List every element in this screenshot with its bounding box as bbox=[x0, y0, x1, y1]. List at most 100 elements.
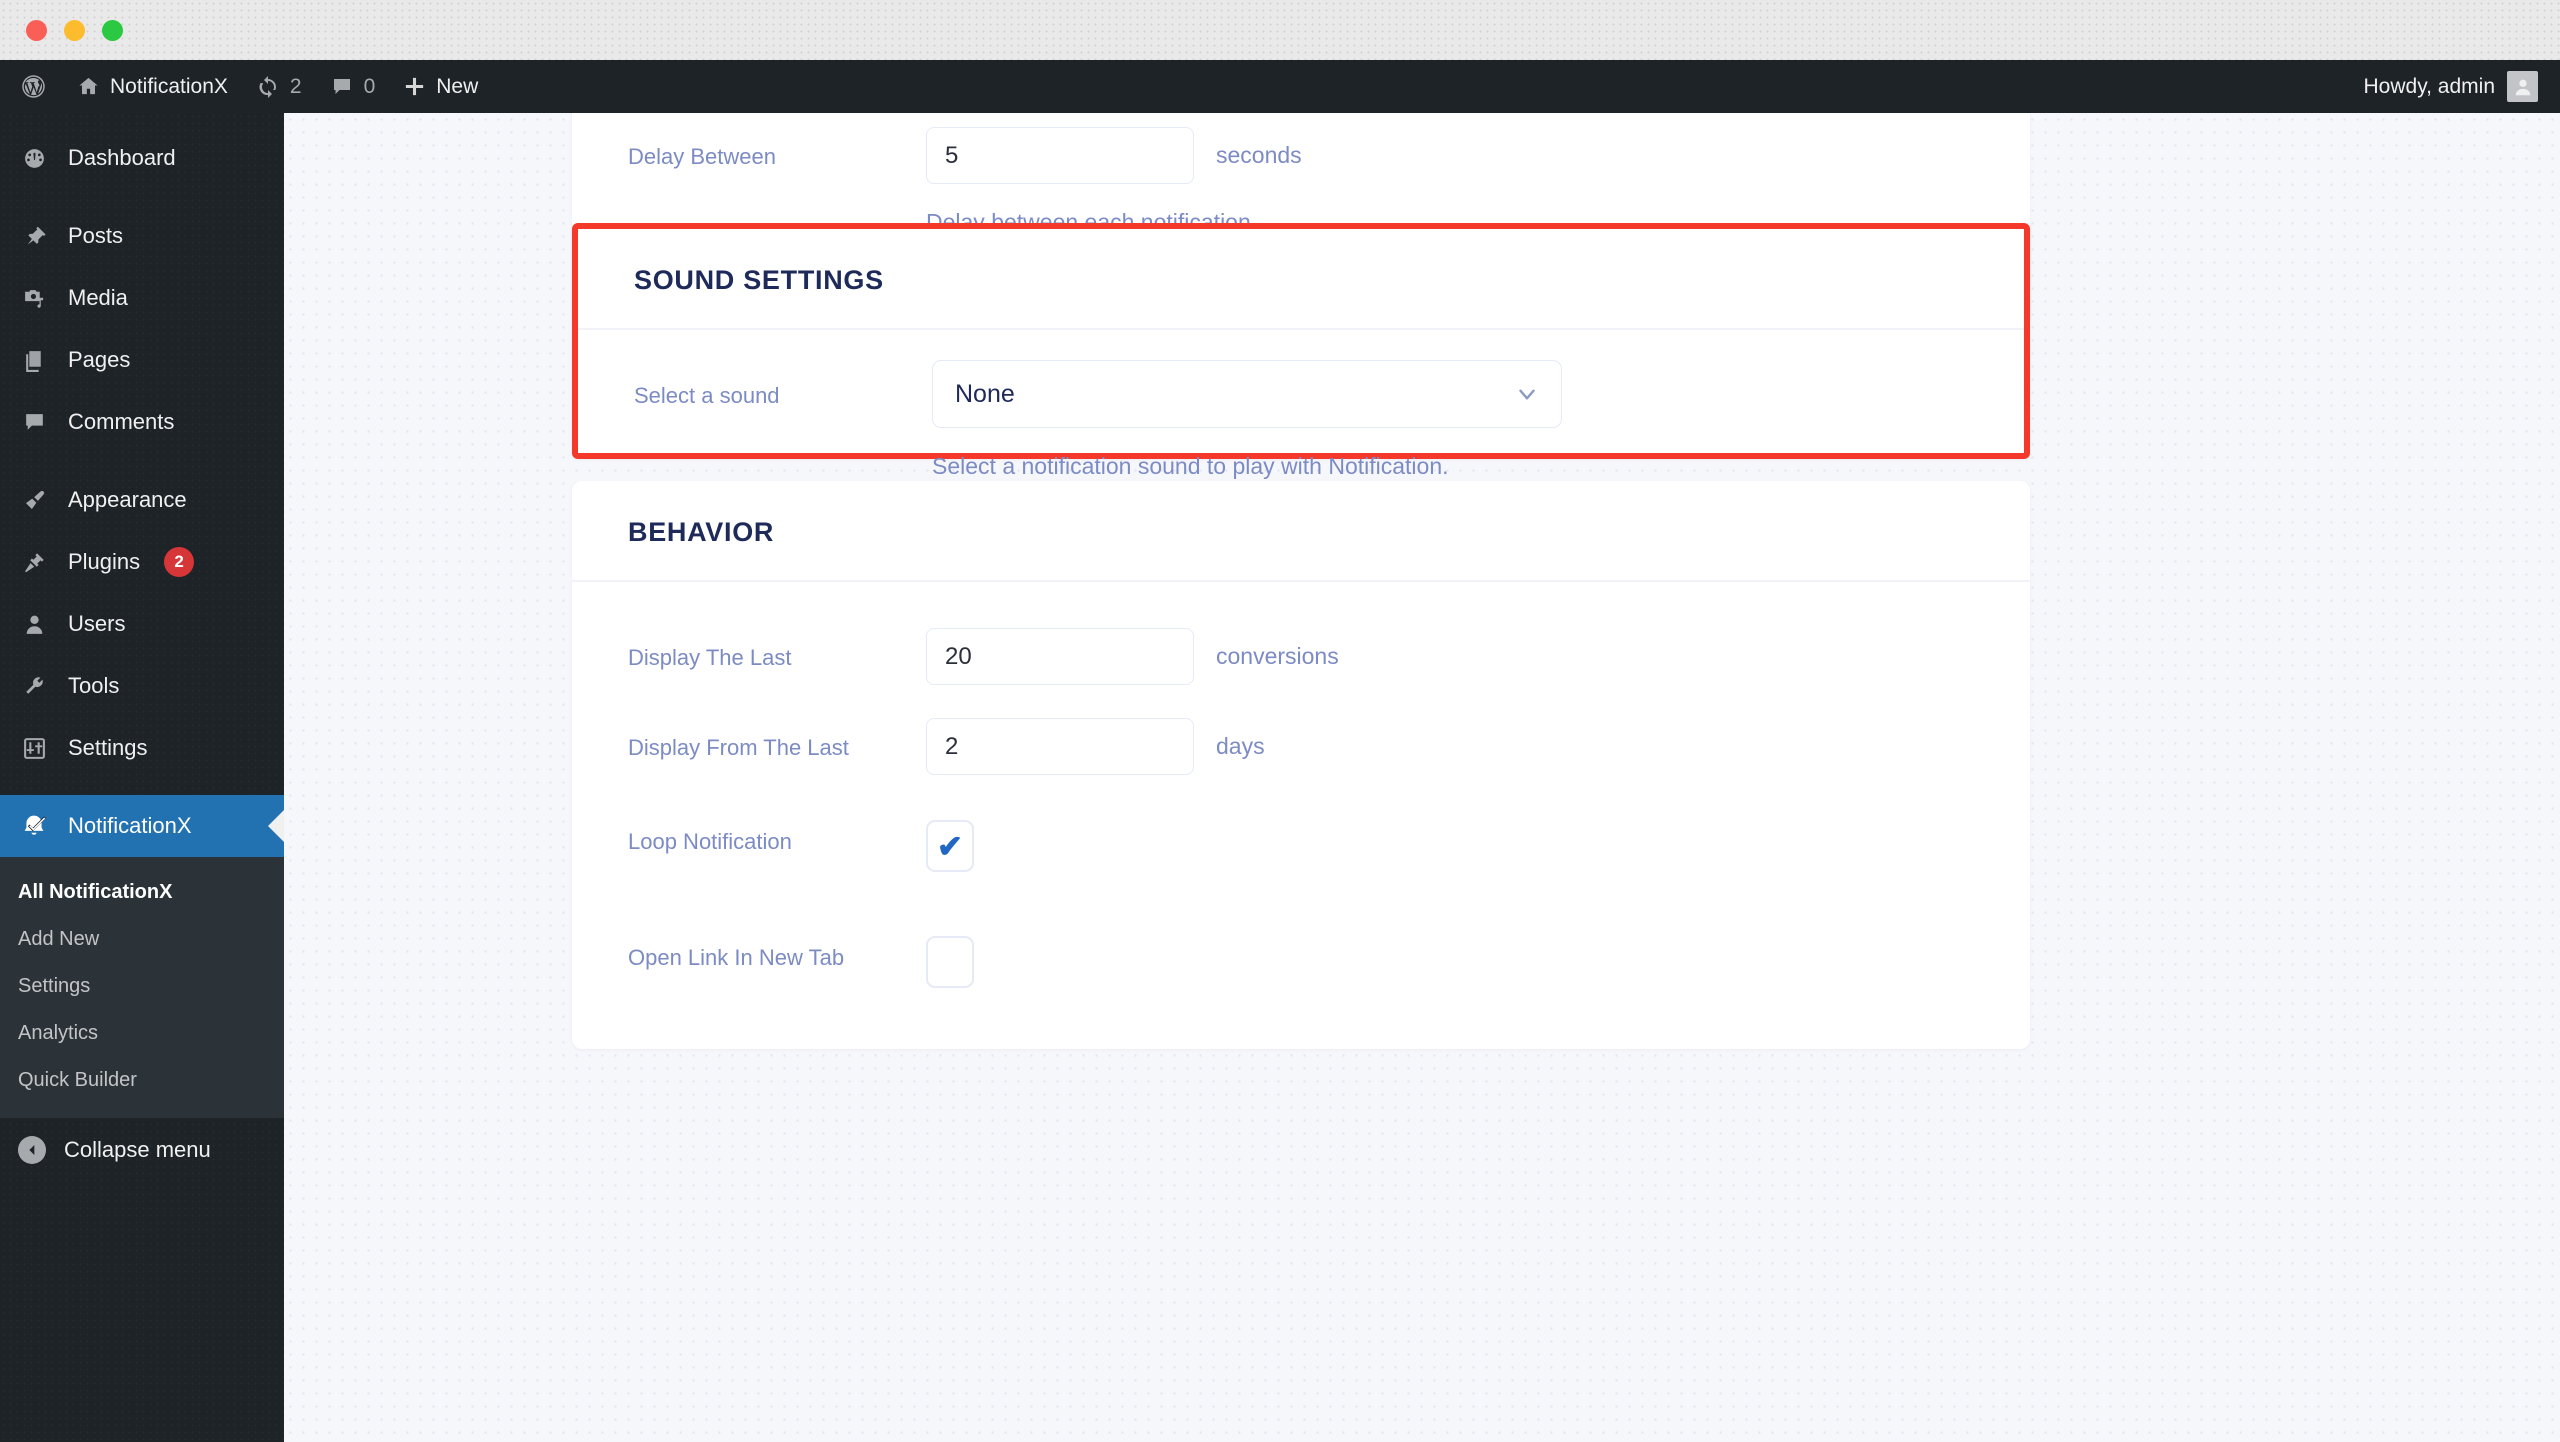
sidebar-item-label: Media bbox=[68, 285, 128, 310]
close-window-button[interactable] bbox=[26, 19, 47, 41]
dashboard-gauge-icon bbox=[18, 146, 50, 171]
sidebar-item-comments[interactable]: Comments bbox=[0, 391, 284, 453]
wordpress-logo-icon bbox=[20, 73, 47, 100]
pin-icon bbox=[18, 224, 50, 249]
submenu-item-add-new[interactable]: Add New bbox=[0, 916, 284, 963]
display-the-last-input[interactable] bbox=[926, 628, 1194, 685]
sidebar-item-users[interactable]: Users bbox=[0, 593, 284, 655]
delay-between-control: seconds Delay between each notification bbox=[926, 127, 1974, 238]
minimize-window-button[interactable] bbox=[64, 19, 85, 41]
sidebar-divider bbox=[0, 779, 284, 795]
window-title-bar bbox=[0, 0, 2560, 60]
chevron-left-circle-icon bbox=[18, 1136, 46, 1164]
admin-bar-left-group: NotificationX 2 0 New bbox=[0, 60, 492, 113]
display-from-the-last-control: days bbox=[926, 718, 1974, 775]
select-a-sound-value: None bbox=[955, 379, 1015, 408]
select-a-sound-label: Select a sound bbox=[634, 383, 780, 408]
home-icon bbox=[77, 75, 100, 98]
updates-icon bbox=[256, 75, 280, 99]
plugins-update-badge: 2 bbox=[164, 547, 195, 577]
admin-bar-account-menu[interactable]: Howdy, admin bbox=[2364, 71, 2560, 102]
sidebar-item-label: NotificationX bbox=[68, 813, 192, 838]
sidebar-item-notificationx[interactable]: NotificationX bbox=[0, 795, 284, 857]
comment-bubble-icon bbox=[18, 410, 50, 435]
site-name-menu[interactable]: NotificationX bbox=[63, 60, 242, 113]
delay-between-line: seconds bbox=[926, 127, 1974, 184]
submenu-item-all-notificationx[interactable]: All NotificationX bbox=[0, 869, 284, 916]
delay-between-input[interactable] bbox=[926, 127, 1194, 184]
sound-settings-title: Sound Settings bbox=[634, 265, 884, 295]
sidebar-item-posts[interactable]: Posts bbox=[0, 205, 284, 267]
sidebar-item-label: Appearance bbox=[68, 487, 187, 512]
admin-sidebar-menu: Dashboard Posts Media Pages Comments App… bbox=[0, 113, 284, 1442]
behavior-body: Display The Last conversions Display Fro… bbox=[572, 582, 2030, 1058]
display-from-the-last-input[interactable] bbox=[926, 718, 1194, 775]
open-link-in-new-tab-control bbox=[926, 936, 1974, 988]
wrench-icon bbox=[18, 674, 50, 699]
sidebar-item-settings[interactable]: Settings bbox=[0, 717, 284, 779]
maximize-window-button[interactable] bbox=[102, 19, 123, 41]
plus-icon bbox=[403, 75, 426, 98]
display-the-last-label: Display The Last bbox=[628, 645, 792, 670]
sidebar-item-pages[interactable]: Pages bbox=[0, 329, 284, 391]
sidebar-divider bbox=[0, 453, 284, 469]
submenu-item-quick-builder[interactable]: Quick Builder bbox=[0, 1057, 284, 1104]
loop-notification-line: ✔ bbox=[926, 820, 1974, 872]
sidebar-item-tools[interactable]: Tools bbox=[0, 655, 284, 717]
sidebar-item-label: Settings bbox=[68, 735, 148, 760]
field-row-delay-between: Delay Between seconds Delay between each… bbox=[628, 127, 1974, 238]
select-a-sound-help: Select a notification sound to play with… bbox=[932, 453, 1449, 479]
loop-notification-checkbox[interactable]: ✔ bbox=[926, 820, 974, 872]
sound-settings-header: Sound Settings bbox=[578, 229, 2024, 330]
sidebar-divider bbox=[0, 189, 284, 205]
wordpress-logo-menu[interactable] bbox=[0, 60, 63, 113]
updates-menu[interactable]: 2 bbox=[242, 60, 316, 113]
display-from-the-last-unit: days bbox=[1216, 733, 1265, 759]
display-the-last-control: conversions bbox=[926, 628, 1974, 685]
sidebar-item-label: Users bbox=[68, 611, 126, 636]
loop-notification-label: Loop Notification bbox=[628, 829, 792, 854]
notificationx-submenu: All NotificationX Add New Settings Analy… bbox=[0, 857, 284, 1118]
sidebar-item-appearance[interactable]: Appearance bbox=[0, 469, 284, 531]
select-a-sound-dropdown[interactable]: None bbox=[932, 360, 1562, 428]
new-content-label: New bbox=[436, 74, 479, 98]
sidebar-item-media[interactable]: Media bbox=[0, 267, 284, 329]
sidebar-item-label: Dashboard bbox=[68, 145, 176, 170]
display-the-last-unit: conversions bbox=[1216, 643, 1339, 669]
submenu-item-settings[interactable]: Settings bbox=[0, 963, 284, 1010]
paintbrush-icon bbox=[18, 488, 50, 513]
traffic-lights bbox=[26, 19, 123, 41]
plug-icon bbox=[18, 550, 50, 575]
display-the-last-line: conversions bbox=[926, 628, 1974, 685]
field-row-open-link-in-new-tab: Open Link In New Tab bbox=[628, 936, 1974, 1010]
checkmark-icon: ✔ bbox=[937, 828, 963, 864]
collapse-menu-label: Collapse menu bbox=[64, 1137, 211, 1162]
field-row-display-the-last: Display The Last conversions bbox=[628, 628, 1974, 702]
comments-menu[interactable]: 0 bbox=[316, 60, 390, 113]
behavior-settings-card: Behavior Display The Last conversions Di… bbox=[572, 481, 2030, 1049]
user-icon bbox=[18, 612, 50, 637]
select-a-sound-control: None Select a notification sound to play… bbox=[932, 360, 1968, 482]
sidebar-item-plugins[interactable]: Plugins 2 bbox=[0, 531, 284, 593]
comments-count: 0 bbox=[363, 74, 376, 98]
wp-admin-bar: NotificationX 2 0 New Howdy, admin bbox=[0, 60, 2560, 113]
pages-document-icon bbox=[18, 348, 50, 373]
updates-count: 2 bbox=[289, 74, 302, 98]
field-row-select-a-sound: Select a sound None Select a notificatio… bbox=[634, 360, 1968, 482]
site-name-label: NotificationX bbox=[110, 74, 228, 98]
sliders-icon bbox=[18, 736, 50, 761]
submenu-item-analytics[interactable]: Analytics bbox=[0, 1010, 284, 1057]
sidebar-item-label: Plugins bbox=[68, 549, 141, 574]
comment-bubble-icon bbox=[330, 75, 354, 99]
select-a-sound-wrapper[interactable]: None bbox=[932, 360, 1562, 428]
open-link-in-new-tab-line bbox=[926, 936, 1974, 988]
collapse-menu-button[interactable]: Collapse menu bbox=[0, 1118, 284, 1182]
avatar bbox=[2507, 71, 2538, 102]
field-row-display-from-the-last: Display From The Last days bbox=[628, 718, 1974, 792]
sidebar-item-dashboard[interactable]: Dashboard bbox=[0, 127, 284, 189]
sidebar-item-label: Tools bbox=[68, 673, 120, 698]
delay-between-unit: seconds bbox=[1216, 142, 1302, 168]
sidebar-item-label: Comments bbox=[68, 409, 175, 434]
new-content-menu[interactable]: New bbox=[389, 60, 492, 113]
open-link-in-new-tab-checkbox[interactable] bbox=[926, 936, 974, 988]
